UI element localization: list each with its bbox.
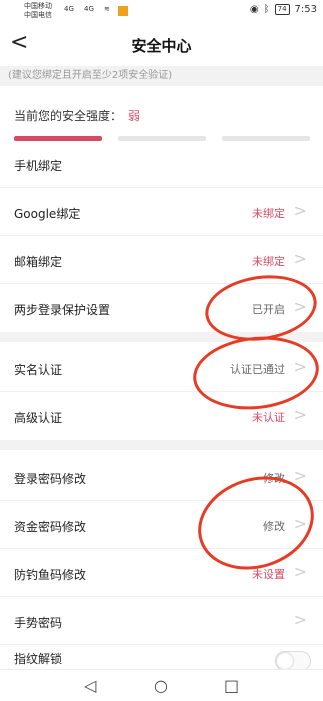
section-separator xyxy=(0,440,323,450)
signal-1: 4G xyxy=(64,5,74,13)
carrier-labels: 中国移动 中国电信 xyxy=(24,2,52,20)
chevron-right-icon: > xyxy=(293,405,307,424)
row-label: 邮箱绑定 xyxy=(14,255,63,269)
row-label: 防钓鱼码修改 xyxy=(14,568,87,582)
system-home-icon[interactable]: ○ xyxy=(154,676,168,695)
row-label: 手机绑定 xyxy=(14,159,63,173)
row-label: 两步登录保护设置 xyxy=(14,303,111,317)
row-status: 未绑定 xyxy=(252,255,285,268)
row-phone-binding[interactable]: 手机绑定 xyxy=(0,141,323,188)
row-label: Google绑定 xyxy=(14,207,81,221)
chevron-right-icon: > xyxy=(293,610,307,629)
carrier-2: 中国电信 xyxy=(24,11,52,19)
chevron-right-icon: > xyxy=(293,249,307,268)
status-bar: 中国移动 中国电信 4G 4G ≋ ◉ ᛒ 74 7:53 xyxy=(0,0,323,24)
row-fingerprint-unlock[interactable]: 指纹解锁 xyxy=(0,646,323,670)
row-label: 手势密码 xyxy=(14,616,63,630)
battery-icon: 74 xyxy=(274,4,290,15)
wifi-icon: ≋ xyxy=(104,5,110,13)
chevron-right-icon: > xyxy=(293,466,307,485)
notification-icon xyxy=(118,6,128,16)
page-title: 安全中心 xyxy=(131,37,192,55)
row-label: 登录密码修改 xyxy=(14,472,87,486)
system-nav-bar: ◁ ○ □ xyxy=(0,669,323,701)
clock-time: 7:53 xyxy=(294,4,317,15)
eye-icon: ◉ xyxy=(249,4,259,15)
row-label: 实名认证 xyxy=(14,363,63,377)
strength-value: 弱 xyxy=(128,109,141,123)
row-label: 资金密码修改 xyxy=(14,520,87,534)
row-gesture-password[interactable]: 手势密码 > xyxy=(0,598,323,645)
row-label: 高级认证 xyxy=(14,411,63,425)
row-label: 指纹解锁 xyxy=(14,652,63,666)
system-recent-icon[interactable]: □ xyxy=(224,676,239,695)
bluetooth-icon: ᛒ xyxy=(263,4,270,15)
row-google-binding[interactable]: Google绑定 未绑定 > xyxy=(0,189,323,236)
security-strength: 当前您的安全强度： 弱 xyxy=(14,107,140,124)
security-tip: (建议您绑定且开启至少2项安全验证) xyxy=(0,66,323,86)
row-status: 未绑定 xyxy=(252,207,285,220)
chevron-right-icon: > xyxy=(293,201,307,220)
chevron-right-icon: > xyxy=(293,562,307,581)
signal-2: 4G xyxy=(84,5,94,13)
system-back-icon[interactable]: ◁ xyxy=(84,676,96,695)
status-icons: ◉ ᛒ 74 7:53 xyxy=(250,4,317,15)
nav-bar: < 安全中心 xyxy=(0,24,323,64)
strength-label: 当前您的安全强度： xyxy=(14,109,123,123)
carrier-1: 中国移动 xyxy=(24,2,52,10)
row-status: 未认证 xyxy=(252,411,285,424)
fingerprint-toggle[interactable] xyxy=(275,651,311,670)
